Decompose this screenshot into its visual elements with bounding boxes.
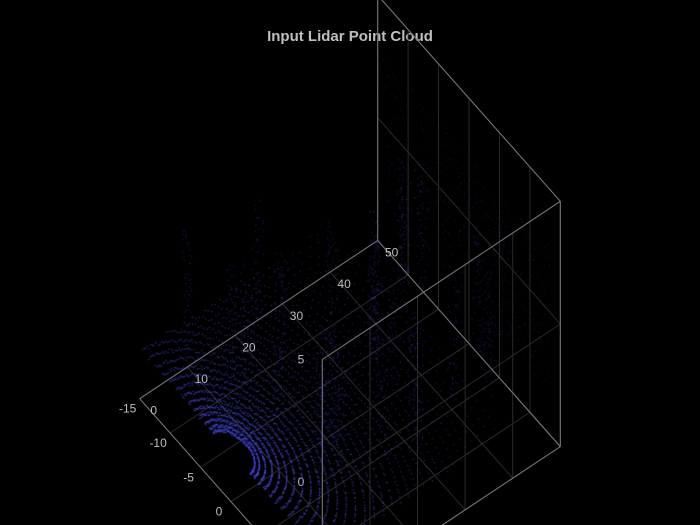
point-cloud [0,0,700,525]
figure: Input Lidar Point Cloud 01020304050-15-1… [0,0,700,525]
